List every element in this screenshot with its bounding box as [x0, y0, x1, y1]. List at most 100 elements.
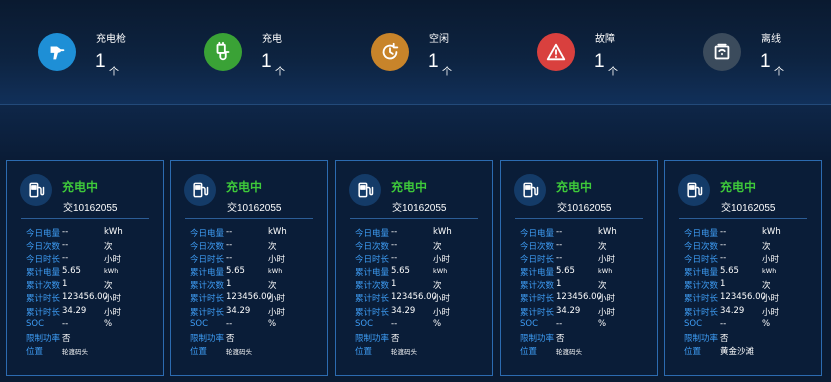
card-row: 累计时长 123456.00 小时: [520, 292, 650, 305]
row-unit: 小时: [433, 307, 451, 318]
card-row: 今日电量 -- kWh: [26, 227, 156, 240]
row-value: 黄金沙滩: [720, 346, 755, 357]
row-value: 轮渡码头: [556, 347, 582, 356]
charger-card[interactable]: 充电中 交10162055 今日电量 -- kWh 今日次数 -- 次今日时长 -- 小时 累计…: [170, 160, 328, 376]
row-value: 否: [720, 333, 729, 344]
row-value: --: [226, 318, 233, 329]
row-value: 123456.00: [226, 292, 272, 303]
row-value: 5.65: [226, 266, 245, 277]
card-row: 今日电量 -- kWh: [355, 227, 485, 240]
card-rows: 今日电量 -- kWh 今日次数 -- 次今日时长 -- 小时 累计电量 5.65 kWh 累计次数 1…: [684, 227, 814, 358]
stat-fault[interactable]: 故障 1 个: [537, 30, 677, 80]
card-row: 累计电量 5.65 kWh: [190, 266, 320, 279]
row-key: 限制功率: [684, 333, 719, 344]
row-value: 5.65: [62, 266, 81, 277]
row-unit: 小时: [598, 255, 616, 266]
row-key: 今日次数: [190, 242, 225, 253]
charger-card[interactable]: 充电中 交10162055 今日电量 -- kWh 今日次数 -- 次今日时长 -- 小时 累计…: [664, 160, 822, 376]
card-row: 今日电量 -- kWh: [520, 227, 650, 240]
row-key: 限制功率: [520, 333, 555, 344]
row-unit: kWh: [598, 227, 617, 237]
stat-label: 充电: [262, 34, 282, 45]
card-row: 限制功率否: [355, 332, 485, 345]
card-code: 交10162055: [227, 203, 282, 214]
row-key: SOC: [520, 318, 539, 329]
row-unit: 次: [762, 242, 771, 253]
row-unit: 次: [433, 242, 442, 253]
card-rows: 今日电量 -- kWh 今日次数 -- 次今日时长 -- 小时 累计电量 5.65 kWh 累计次数 1…: [355, 227, 485, 358]
row-key: 累计时长: [26, 307, 61, 318]
charger-card[interactable]: 充电中 交10162055 今日电量 -- kWh 今日次数 -- 次今日时长 -- 小时 累计…: [335, 160, 493, 376]
row-value: 34.29: [391, 305, 416, 316]
card-row: 位置 轮渡码头: [26, 345, 156, 358]
row-key: 累计次数: [684, 281, 719, 292]
card-status: 充电中: [62, 180, 99, 194]
card-row: 今日时长 -- 小时: [520, 253, 650, 266]
stat-offline[interactable]: 离线 1 个: [703, 30, 831, 80]
row-unit: 次: [268, 242, 277, 253]
row-value: 123456.00: [391, 292, 437, 303]
stat-unit: 个: [442, 67, 452, 78]
row-key: 今日电量: [520, 229, 555, 239]
stat-count: 1: [760, 51, 771, 72]
card-status: 充电中: [720, 180, 757, 194]
row-unit: 次: [598, 242, 607, 253]
row-key: SOC: [190, 318, 209, 329]
row-unit: 小时: [762, 255, 780, 266]
row-key: 位置: [26, 346, 44, 357]
charger-card[interactable]: 充电中 交10162055 今日电量 -- kWh 今日次数 -- 次今日时长 -- 小时 累计…: [6, 160, 164, 376]
row-key: 累计电量: [26, 268, 61, 279]
row-value: --: [720, 227, 727, 237]
row-unit: 小时: [268, 307, 286, 318]
card-row: 累计时长 34.29 小时: [520, 306, 650, 319]
row-unit: %: [104, 318, 113, 329]
card-row: 限制功率否: [190, 332, 320, 345]
row-value: --: [556, 227, 563, 237]
row-key: 今日电量: [684, 229, 719, 239]
card-row: 累计次数 1 次: [26, 279, 156, 292]
row-unit: kWh: [762, 227, 781, 237]
stat-charging-gun[interactable]: 充电枪 1 个: [38, 30, 178, 80]
row-key: 今日时长: [520, 255, 555, 266]
charger-icon: [184, 174, 216, 206]
stat-count: 1: [594, 51, 605, 72]
row-unit: 小时: [762, 294, 780, 305]
card-row: 限制功率否: [520, 332, 650, 345]
offline-charger-icon: [703, 33, 741, 71]
card-row: 今日时长 -- 小时: [684, 253, 814, 266]
row-unit: 小时: [598, 307, 616, 318]
card-row: 累计电量 5.65 kWh: [520, 266, 650, 279]
card-row: 累计时长 123456.00 小时: [26, 292, 156, 305]
card-status: 充电中: [226, 180, 263, 194]
row-key: 限制功率: [355, 333, 390, 344]
row-value: --: [62, 227, 69, 237]
row-key: 今日时长: [355, 255, 390, 266]
row-unit: kWh: [598, 267, 613, 276]
row-value: 否: [62, 333, 71, 344]
charger-icon: [20, 174, 52, 206]
row-key: 累计时长: [520, 294, 555, 305]
card-row: SOC --%: [520, 319, 650, 332]
stat-idle[interactable]: 空闲 1 个: [371, 30, 511, 80]
row-unit: 次: [598, 281, 607, 292]
row-value: --: [226, 227, 233, 237]
card-row: SOC --%: [26, 319, 156, 332]
row-unit: 次: [104, 281, 113, 292]
row-value: --: [62, 318, 69, 329]
charger-card[interactable]: 充电中 交10162055 今日电量 -- kWh 今日次数 -- 次今日时长 -- 小时 累计…: [500, 160, 658, 376]
row-key: 累计时长: [684, 307, 719, 318]
charger-icon: [514, 174, 546, 206]
card-status: 充电中: [391, 180, 428, 194]
charging-plug-icon: [204, 33, 242, 71]
card-divider: [679, 218, 807, 219]
panel-divider-band: [0, 105, 831, 160]
row-value: 1: [720, 279, 726, 290]
card-row: 累计时长 34.29 小时: [355, 306, 485, 319]
row-value: --: [62, 253, 69, 264]
row-key: 位置: [190, 346, 208, 357]
row-unit: %: [433, 318, 442, 329]
stat-count: 1: [95, 51, 106, 72]
row-value: --: [720, 318, 727, 329]
stat-charging[interactable]: 充电 1 个: [204, 30, 344, 80]
row-value: 轮渡码头: [391, 347, 417, 356]
